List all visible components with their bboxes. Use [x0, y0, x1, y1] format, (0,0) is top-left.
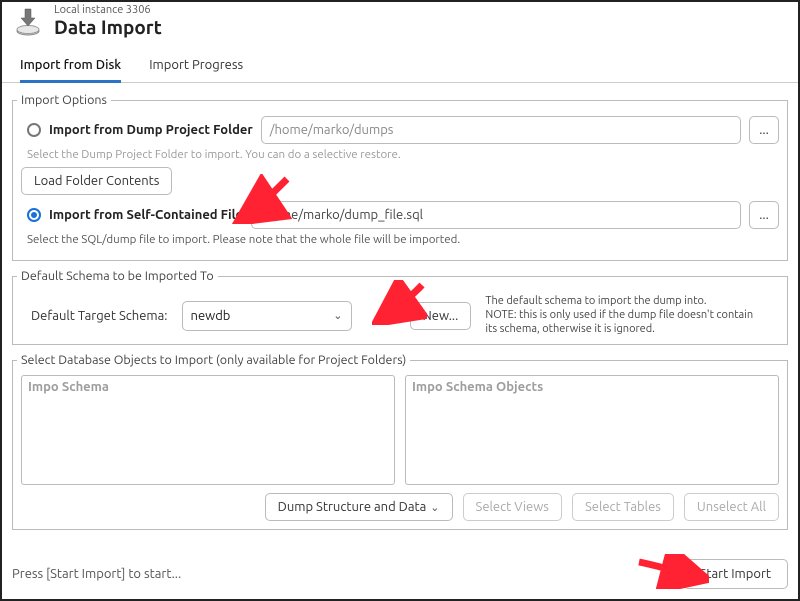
dump-folder-path-input[interactable]: /home/marko/dumps	[261, 116, 741, 144]
select-tables-button[interactable]: Select Tables	[572, 493, 674, 521]
select-objects-legend: Select Database Objects to Import (only …	[17, 353, 410, 367]
import-icon	[12, 5, 44, 37]
radio-self-contained[interactable]	[27, 208, 41, 222]
unselect-all-button[interactable]: Unselect All	[684, 493, 779, 521]
target-schema-label: Default Target Schema:	[31, 309, 168, 323]
browse-dump-folder-button[interactable]: ...	[749, 116, 779, 144]
schema-note: The default schema to import the dump in…	[485, 295, 765, 336]
default-schema-legend: Default Schema to be Imported To	[17, 269, 218, 283]
schema-listbox[interactable]: Impo Schema	[21, 375, 395, 485]
dump-folder-help: Select the Dump Project Folder to import…	[27, 148, 779, 161]
target-schema-value: newdb	[191, 309, 231, 323]
dump-mode-select[interactable]: Dump Structure and Data ⌄	[265, 493, 453, 521]
select-objects-group: Select Database Objects to Import (only …	[12, 353, 788, 530]
page-title: Data Import	[54, 16, 162, 38]
target-schema-select[interactable]: newdb ⌄	[182, 301, 352, 331]
start-import-button[interactable]: Start Import	[683, 559, 788, 589]
import-options-group: Import Options Import from Dump Project …	[12, 93, 788, 261]
self-contained-help: Select the SQL/dump file to import. Plea…	[27, 233, 779, 246]
chevron-down-icon: ⌄	[430, 501, 439, 514]
import-options-legend: Import Options	[17, 93, 111, 107]
radio-self-contained-label[interactable]: Import from Self-Contained File	[49, 208, 243, 222]
load-folder-contents-button[interactable]: Load Folder Contents	[21, 167, 172, 195]
tab-import-from-disk[interactable]: Import from Disk	[20, 50, 121, 82]
schema-column-header: Impo Schema	[28, 380, 388, 394]
tab-import-progress[interactable]: Import Progress	[149, 50, 243, 82]
chevron-down-icon: ⌄	[333, 309, 342, 322]
browse-self-contained-button[interactable]: ...	[749, 201, 779, 229]
radio-dump-folder[interactable]	[27, 123, 41, 137]
self-contained-path-input[interactable]: /home/marko/dump_file.sql	[251, 201, 741, 229]
tabs: Import from Disk Import Progress	[2, 50, 798, 83]
new-schema-button[interactable]: New...	[410, 302, 472, 330]
footer-hint: Press [Start Import] to start...	[12, 567, 181, 581]
select-views-button[interactable]: Select Views	[463, 493, 562, 521]
header: Local instance 3306 Data Import	[2, 2, 798, 42]
schema-objects-listbox[interactable]: Impo Schema Objects	[405, 375, 779, 485]
instance-label: Local instance 3306	[54, 4, 162, 16]
default-schema-group: Default Schema to be Imported To Default…	[12, 269, 788, 345]
objects-column-header: Impo Schema Objects	[412, 380, 772, 394]
radio-dump-folder-label[interactable]: Import from Dump Project Folder	[49, 123, 253, 137]
